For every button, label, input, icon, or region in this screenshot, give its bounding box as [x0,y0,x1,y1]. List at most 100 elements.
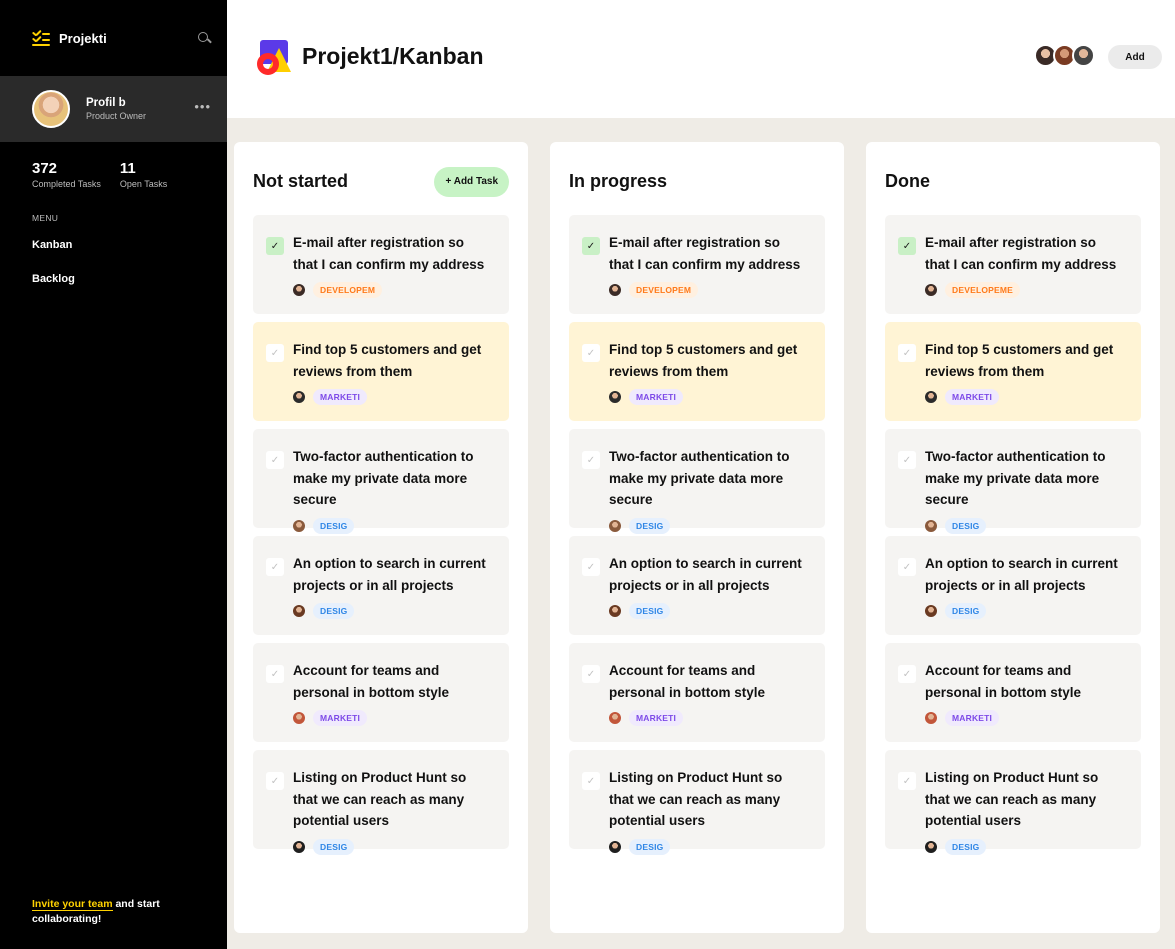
assignee-avatar [609,605,621,617]
tag-badge: DESIG [629,838,671,855]
checkbox-icon[interactable]: ✓ [898,344,916,362]
checkbox-icon[interactable]: ✓ [266,451,284,469]
tag-badge: DESIG [945,603,987,619]
tag-badge: DESIG [629,603,671,619]
checkbox-icon[interactable]: ✓ [582,344,600,362]
checkbox-icon[interactable]: ✓ [582,237,600,255]
task-meta: MARKETI [609,710,807,726]
sidebar-item-kanban[interactable]: Kanban [0,239,227,251]
tag-badge: MARKETI [945,710,1000,726]
tag-badge: MARKETI [945,389,1000,405]
stats: 372 Completed Tasks 11 Open Tasks [0,142,227,189]
task-card[interactable]: ✓ E-mail after registration so that I can… [885,215,1141,314]
checklist-icon [31,29,50,46]
assignee-avatar [293,840,305,853]
stat-value: 11 [119,160,136,177]
assignee-avatar [609,284,621,296]
task-card[interactable]: ✓ Listing on Product Hunt so that we can … [569,750,825,855]
checkbox-icon[interactable]: ✓ [266,237,284,255]
task-card[interactable]: ✓ E-mail after registration so that I can… [253,215,509,314]
task-card[interactable]: ✓ E-mail after registration so that I can… [569,215,825,314]
checkbox-icon[interactable]: ✓ [898,451,916,469]
task-meta: DESIG [609,603,807,619]
assignee-avatar [293,605,305,617]
add-button[interactable]: Add [1108,45,1162,69]
column-title: In progress [569,171,668,191]
task-card[interactable]: ✓ Account for teams and personal in botto… [253,643,509,742]
task-title: Find top 5 customers and get reviews fro… [609,342,798,379]
tag-badge: MARKETI [313,389,368,405]
tag-badge: DESIG [945,838,987,855]
checkbox-icon[interactable]: ✓ [582,451,600,469]
checkbox-icon[interactable]: ✓ [898,665,916,683]
task-meta: MARKETI [609,389,807,405]
stat-label: Completed Tasks [32,179,101,189]
task-title: E-mail after registration so that I can … [925,235,1117,272]
task-meta: DESIG [925,838,1123,855]
task-card[interactable]: ✓ Find top 5 customers and get reviews fr… [885,322,1141,421]
checkbox-icon[interactable]: ✓ [266,772,284,790]
column-header: In progress [569,142,825,215]
profile-card[interactable]: Profil b Product Owner ••• [0,76,227,142]
task-meta: DESIG [293,603,491,619]
task-title: E-mail after registration so that I can … [609,235,801,272]
profile-name: Profil b [86,97,126,109]
task-card[interactable]: ✓ Account for teams and personal in botto… [569,643,825,742]
task-title: Find top 5 customers and get reviews fro… [925,342,1114,379]
tag-badge: DESIG [313,838,355,855]
checkbox-icon[interactable]: ✓ [898,237,916,255]
project-logo-icon [257,40,291,75]
task-meta: MARKETI [293,389,491,405]
checkbox-icon[interactable]: ✓ [582,558,600,576]
column-title: Done [885,171,930,191]
more-icon[interactable]: ••• [194,99,211,114]
task-meta: DESIG [609,517,807,534]
task-card[interactable]: ✓ An option to search in current projects… [885,536,1141,635]
tag-badge: DEVELOPEM [629,282,699,298]
stat-completed: 372 Completed Tasks [32,160,101,189]
assignee-avatar [609,712,621,724]
task-card[interactable]: ✓ Find top 5 customers and get reviews fr… [569,322,825,421]
invite-link[interactable]: Invite your team [32,898,113,911]
checkbox-icon[interactable]: ✓ [266,344,284,362]
checkbox-icon[interactable]: ✓ [898,772,916,790]
task-card[interactable]: ✓ Account for teams and personal in botto… [885,643,1141,742]
checkbox-icon[interactable]: ✓ [266,665,284,683]
task-title: Two-factor authentication to make my pri… [609,449,790,507]
stat-open: 11 Open Tasks [120,160,167,189]
task-title: Account for teams and personal in bottom… [925,663,1082,700]
task-card[interactable]: ✓ Listing on Product Hunt so that we can … [885,750,1141,855]
task-title: Account for teams and personal in bottom… [609,663,766,700]
checkbox-icon[interactable]: ✓ [898,558,916,576]
checkbox-icon[interactable]: ✓ [582,665,600,683]
task-card[interactable]: ✓ Listing on Product Hunt so that we can … [253,750,509,855]
tag-badge: DEVELOPEM [313,282,383,298]
task-title: Two-factor authentication to make my pri… [293,449,474,507]
task-card[interactable]: ✓ Find top 5 customers and get reviews fr… [253,322,509,421]
checkbox-icon[interactable]: ✓ [582,772,600,790]
sidebar-item-backlog[interactable]: Backlog [0,273,227,285]
task-card[interactable]: ✓ Two-factor authentication to make my pr… [885,429,1141,534]
task-meta: DEVELOPEM [293,282,491,298]
search-icon[interactable] [197,31,211,45]
stat-label: Open Tasks [119,179,168,189]
team-avatars[interactable] [1034,44,1095,67]
column-not-started: Not started + Add Task ✓ E-mail after reg… [234,142,528,933]
tag-badge: DESIG [313,517,355,534]
column-done: Done ✓ E-mail after registration so that … [866,142,1160,933]
task-card[interactable]: ✓ An option to search in current projects… [253,536,509,635]
assignee-avatar [925,840,937,853]
task-card[interactable]: ✓ An option to search in current projects… [569,536,825,635]
tag-badge: MARKETI [629,389,684,405]
add-task-button[interactable]: + Add Task [434,166,509,197]
task-title: An option to search in current projects … [609,556,802,593]
task-card[interactable]: ✓ Two-factor authentication to make my pr… [569,429,825,534]
assignee-avatar [609,391,621,403]
brand[interactable]: Projekti [31,29,107,46]
brand-name: Projekti [59,30,107,46]
task-meta: MARKETI [925,389,1123,405]
checkbox-icon[interactable]: ✓ [266,558,284,576]
tag-badge: MARKETI [313,710,368,726]
task-card[interactable]: ✓ Two-factor authentication to make my pr… [253,429,509,534]
assignee-avatar [609,519,621,532]
